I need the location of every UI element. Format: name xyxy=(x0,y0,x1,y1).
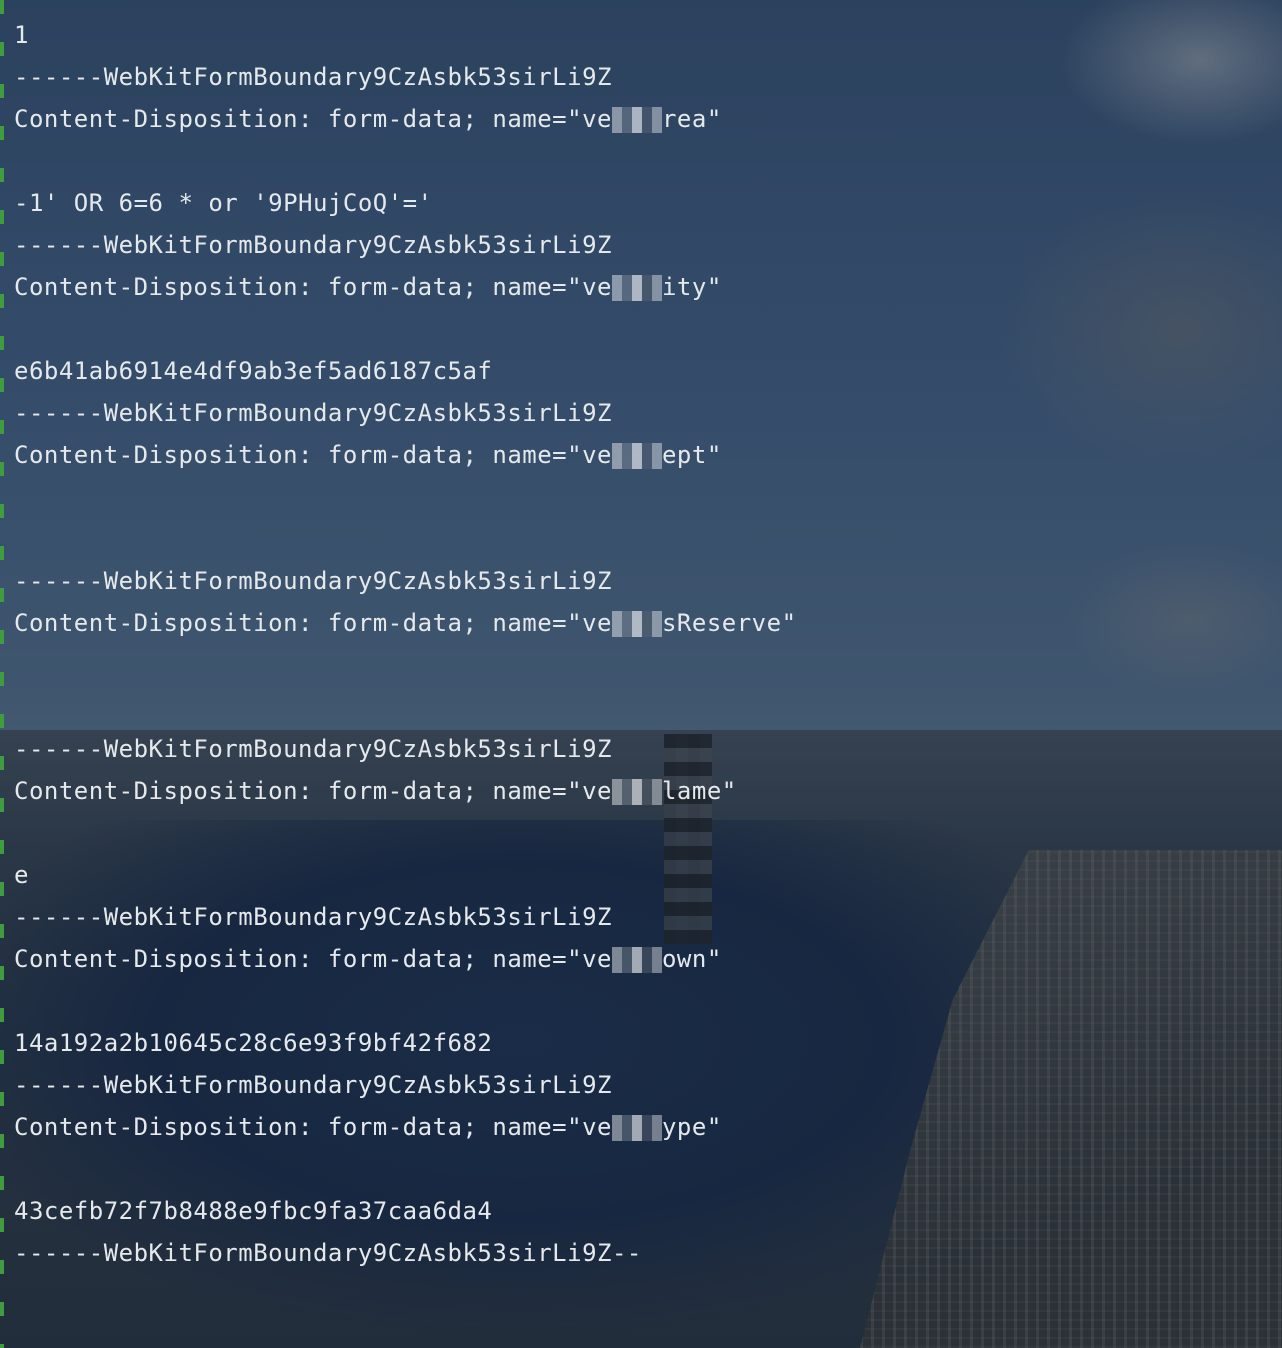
field-header-prefix: Content-Disposition: form-data; name="ve xyxy=(14,105,612,133)
form-field-header-line: Content-Disposition: form-data; name="ve… xyxy=(14,1106,1262,1148)
output-line: ------WebKitFormBoundary9CzAsbk53sirLi9Z… xyxy=(14,1239,642,1267)
field-header-suffix: ity" xyxy=(661,273,722,301)
field-header-prefix: Content-Disposition: form-data; name="ve xyxy=(14,777,612,805)
field-header-prefix: Content-Disposition: form-data; name="ve xyxy=(14,609,612,637)
output-line: 1 xyxy=(14,21,29,49)
redacted-text xyxy=(611,611,662,637)
form-field-header-line: Content-Disposition: form-data; name="ve… xyxy=(14,266,1262,308)
output-line: ------WebKitFormBoundary9CzAsbk53sirLi9Z xyxy=(14,735,612,763)
field-header-prefix: Content-Disposition: form-data; name="ve xyxy=(14,945,612,973)
terminal-output[interactable]: 1 ------WebKitFormBoundary9CzAsbk53sirLi9… xyxy=(14,14,1262,1274)
field-header-prefix: Content-Disposition: form-data; name="ve xyxy=(14,441,612,469)
field-header-suffix: lame" xyxy=(661,777,737,805)
output-line: e6b41ab6914e4df9ab3ef5ad6187c5af xyxy=(14,357,493,385)
output-line: ------WebKitFormBoundary9CzAsbk53sirLi9Z xyxy=(14,63,612,91)
output-line: ------WebKitFormBoundary9CzAsbk53sirLi9Z xyxy=(14,903,612,931)
field-header-suffix: rea" xyxy=(661,105,722,133)
redacted-text xyxy=(611,947,662,973)
form-field-header-line: Content-Disposition: form-data; name="ve… xyxy=(14,938,1262,980)
output-line: ------WebKitFormBoundary9CzAsbk53sirLi9Z xyxy=(14,1071,612,1099)
field-header-suffix: ype" xyxy=(661,1113,722,1141)
output-line: ------WebKitFormBoundary9CzAsbk53sirLi9Z xyxy=(14,231,612,259)
field-header-suffix: ept" xyxy=(661,441,722,469)
form-field-header-line: Content-Disposition: form-data; name="ve… xyxy=(14,770,1262,812)
redacted-text xyxy=(611,779,662,805)
output-line: e xyxy=(14,861,29,889)
terminal-window[interactable]: 1 ------WebKitFormBoundary9CzAsbk53sirLi9… xyxy=(0,0,1282,1348)
redacted-text xyxy=(611,443,662,469)
field-header-prefix: Content-Disposition: form-data; name="ve xyxy=(14,273,612,301)
output-line: -1' OR 6=6 * or '9PHujCoQ'=' xyxy=(14,189,433,217)
output-line: ------WebKitFormBoundary9CzAsbk53sirLi9Z xyxy=(14,567,612,595)
field-header-suffix: sReserve" xyxy=(661,609,797,637)
redacted-text xyxy=(611,275,662,301)
redacted-text xyxy=(611,107,662,133)
gutter-markers xyxy=(0,0,4,1348)
form-field-header-line: Content-Disposition: form-data; name="ve… xyxy=(14,434,1262,476)
output-line: 14a192a2b10645c28c6e93f9bf42f682 xyxy=(14,1029,493,1057)
output-line: ------WebKitFormBoundary9CzAsbk53sirLi9Z xyxy=(14,399,612,427)
field-header-prefix: Content-Disposition: form-data; name="ve xyxy=(14,1113,612,1141)
output-line: 43cefb72f7b8488e9fbc9fa37caa6da4 xyxy=(14,1197,493,1225)
form-field-header-line: Content-Disposition: form-data; name="ve… xyxy=(14,98,1262,140)
redacted-text xyxy=(611,1115,662,1141)
field-header-suffix: own" xyxy=(661,945,722,973)
form-field-header-line: Content-Disposition: form-data; name="ve… xyxy=(14,602,1262,644)
